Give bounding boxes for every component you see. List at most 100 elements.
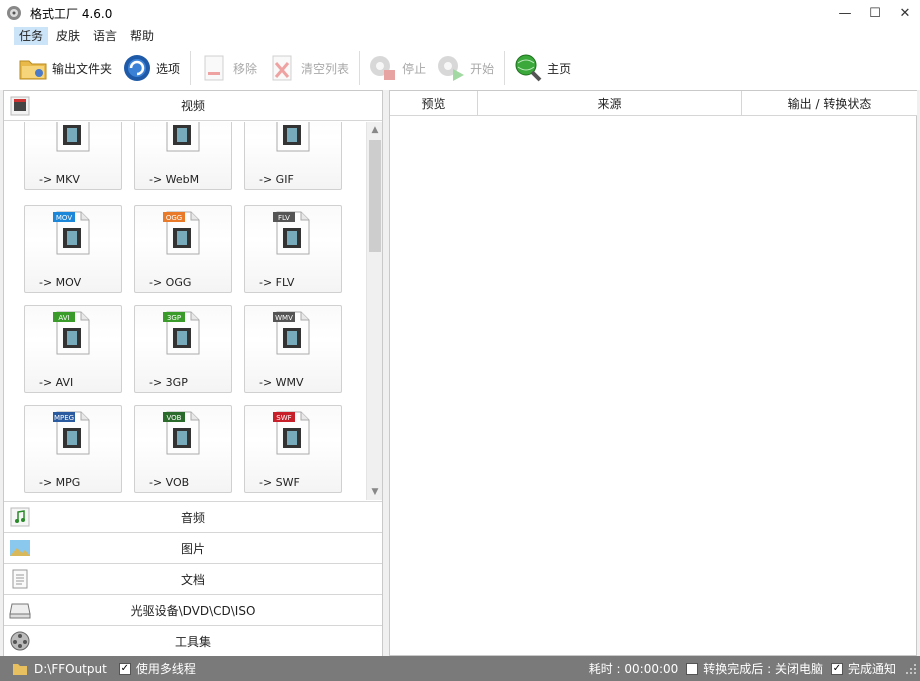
output-folder-button[interactable]: 输出文件夹 bbox=[14, 48, 116, 88]
after-done-label[interactable]: 转换完成后 : 关闭电脑 bbox=[703, 660, 823, 677]
toolbar-separator bbox=[504, 51, 506, 85]
tools-reel-icon bbox=[10, 631, 30, 651]
category-disc[interactable]: 光驱设备\DVD\CD\ISO bbox=[4, 594, 382, 625]
format-badge-text: WMV bbox=[275, 314, 293, 322]
file-format-icon: OGG bbox=[163, 211, 200, 255]
column-output-status[interactable]: 输出 / 转换状态 bbox=[742, 91, 917, 116]
scroll-up-arrow[interactable]: ▲ bbox=[367, 122, 383, 138]
toolbar-separator bbox=[190, 51, 192, 85]
format-tile-label: -> WebM bbox=[149, 173, 200, 186]
format-badge-text: VOB bbox=[167, 414, 182, 422]
file-format-icon: MPEG bbox=[53, 411, 90, 455]
toolbar-separator bbox=[359, 51, 361, 85]
format-tile-label: -> WMV bbox=[259, 376, 304, 389]
format-tile-mkv[interactable]: MKV -> MKV bbox=[24, 122, 122, 190]
format-tile-label: -> MKV bbox=[39, 173, 80, 186]
format-badge-text: OGG bbox=[166, 214, 182, 222]
format-badge-text: MOV bbox=[56, 214, 72, 222]
maximize-button[interactable]: ☐ bbox=[860, 0, 890, 26]
format-tile-vob[interactable]: VOB -> VOB bbox=[134, 405, 232, 493]
toolbar: 输出文件夹 选项 移除 清空列表 停止 开始 主页 bbox=[0, 46, 920, 90]
format-tile-swf[interactable]: SWF -> SWF bbox=[244, 405, 342, 493]
notify-checkbox[interactable]: ✓ bbox=[830, 662, 843, 675]
format-tile-wmv[interactable]: WMV -> WMV bbox=[244, 305, 342, 393]
menu-help[interactable]: 帮助 bbox=[125, 27, 159, 45]
column-preview[interactable]: 预览 bbox=[390, 91, 478, 116]
stop-button[interactable]: 停止 bbox=[364, 48, 430, 88]
app-logo-icon bbox=[7, 6, 21, 20]
document-icon bbox=[12, 569, 28, 589]
category-tools[interactable]: 工具集 bbox=[4, 625, 382, 656]
format-tile-3gp[interactable]: 3GP -> 3GP bbox=[134, 305, 232, 393]
multithread-checkbox[interactable]: ✓ bbox=[118, 662, 131, 675]
format-tile-label: -> 3GP bbox=[149, 376, 188, 389]
format-badge-text: MPEG bbox=[54, 414, 74, 422]
scroll-down-arrow[interactable]: ▼ bbox=[367, 484, 383, 500]
file-format-icon: MKV bbox=[56, 122, 90, 152]
file-format-icon: 3GP bbox=[163, 311, 200, 355]
format-tile-avi[interactable]: AVI -> AVI bbox=[24, 305, 122, 393]
picture-icon bbox=[10, 540, 30, 556]
format-tile-label: -> MPG bbox=[39, 476, 81, 489]
after-done-checkbox[interactable] bbox=[686, 662, 699, 675]
stop-icon bbox=[370, 56, 396, 80]
file-format-icon: FLV bbox=[273, 211, 310, 255]
category-panel: 视频 MKV -> MKV webm -> WebM GIF -> GIF MOV -> MO… bbox=[3, 90, 383, 656]
file-format-icon: SWF bbox=[273, 411, 310, 455]
file-format-icon: AVI bbox=[53, 311, 90, 355]
task-list-panel: 预览 来源 输出 / 转换状态 bbox=[389, 90, 917, 656]
output-path[interactable]: D:\FFOutput bbox=[34, 662, 107, 676]
category-video[interactable]: 视频 bbox=[4, 91, 382, 121]
remove-doc-icon bbox=[204, 55, 224, 81]
category-document[interactable]: 文档 bbox=[4, 563, 382, 594]
remove-button[interactable]: 移除 bbox=[195, 48, 261, 88]
video-scrollbar[interactable]: ▲ ▼ bbox=[366, 122, 382, 500]
home-globe-icon bbox=[515, 54, 542, 82]
title-bar: 格式工厂 4.6.0 — ☐ ✕ bbox=[0, 0, 920, 26]
format-badge-text: SWF bbox=[276, 414, 291, 422]
output-folder-icon[interactable] bbox=[12, 662, 28, 676]
menu-language[interactable]: 语言 bbox=[88, 27, 122, 45]
format-tile-label: -> OGG bbox=[149, 276, 192, 289]
format-tile-mov[interactable]: MOV -> MOV bbox=[24, 205, 122, 293]
format-tile-label: -> MOV bbox=[39, 276, 82, 289]
file-format-icon: GIF bbox=[276, 122, 310, 152]
format-badge-text: AVI bbox=[58, 314, 69, 322]
format-tile-webm[interactable]: webm -> WebM bbox=[134, 122, 232, 190]
file-format-icon: webm bbox=[166, 122, 200, 152]
resize-grip-icon[interactable] bbox=[904, 662, 918, 676]
scroll-thumb[interactable] bbox=[369, 140, 381, 252]
file-format-icon: WMV bbox=[273, 311, 310, 355]
clear-list-icon bbox=[272, 55, 292, 81]
format-badge-text: FLV bbox=[278, 214, 290, 222]
format-tile-flv[interactable]: FLV -> FLV bbox=[244, 205, 342, 293]
folder-icon bbox=[19, 60, 47, 80]
home-button[interactable]: 主页 bbox=[509, 48, 575, 88]
file-format-icon: MOV bbox=[53, 211, 90, 255]
category-picture[interactable]: 图片 bbox=[4, 532, 382, 563]
file-format-icon: VOB bbox=[163, 411, 200, 455]
window-title: 格式工厂 4.6.0 bbox=[30, 6, 113, 21]
film-clapper-icon bbox=[10, 96, 30, 116]
options-button[interactable]: 选项 bbox=[118, 48, 184, 88]
format-tile-mpeg[interactable]: MPEG -> MPG bbox=[24, 405, 122, 493]
notify-label: 完成通知 bbox=[847, 662, 896, 676]
minimize-button[interactable]: — bbox=[830, 0, 860, 26]
start-icon bbox=[438, 56, 465, 81]
format-grid: MKV -> MKV webm -> WebM GIF -> GIF MOV -> MOV OG… bbox=[4, 122, 366, 500]
close-button[interactable]: ✕ bbox=[890, 0, 920, 26]
start-button[interactable]: 开始 bbox=[432, 48, 498, 88]
format-tile-label: -> SWF bbox=[259, 476, 300, 489]
menu-skin[interactable]: 皮肤 bbox=[51, 27, 85, 45]
format-tile-gif[interactable]: GIF -> GIF bbox=[244, 122, 342, 190]
elapsed-time: 耗时 : 00:00:00 bbox=[588, 662, 679, 676]
multithread-label: 使用多线程 bbox=[135, 662, 196, 676]
format-tile-ogg[interactable]: OGG -> OGG bbox=[134, 205, 232, 293]
gear-icon bbox=[124, 55, 151, 81]
clear-list-button[interactable]: 清空列表 bbox=[263, 48, 353, 88]
category-audio[interactable]: 音频 bbox=[4, 501, 382, 532]
format-tile-label: -> AVI bbox=[39, 376, 74, 389]
menu-task[interactable]: 任务 bbox=[14, 27, 49, 45]
menu-bar: 任务 皮肤 语言 帮助 bbox=[0, 26, 920, 46]
column-source[interactable]: 来源 bbox=[478, 91, 742, 116]
